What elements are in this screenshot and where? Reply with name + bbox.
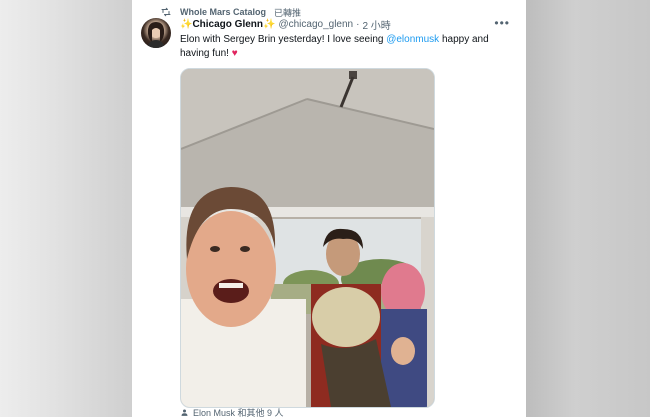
- tweet-card[interactable]: Whole Mars Catalog 已轉推 ✨ Chicago Glenn ✨…: [132, 0, 526, 417]
- tweet-text-part: Elon with Sergey Brin yesterday! I love …: [180, 34, 387, 45]
- tweet-video[interactable]: [180, 68, 435, 408]
- retweeter-name[interactable]: Whole Mars Catalog: [180, 7, 266, 17]
- sparkle-icon: ✨: [263, 18, 276, 30]
- background-right: [526, 0, 650, 417]
- tagged-people-label[interactable]: Elon Musk 和其他 9 人: [193, 406, 284, 417]
- sparkle-icon: ✨: [180, 18, 193, 30]
- tweet-header: ✨ Chicago Glenn ✨ @chicago_glenn · 2 小時: [180, 17, 515, 32]
- avatar-image: [147, 22, 165, 48]
- separator-dot: ·: [356, 18, 360, 30]
- retweet-icon: [161, 7, 171, 17]
- author-handle[interactable]: @chicago_glenn: [278, 19, 353, 30]
- author-display-name[interactable]: Chicago Glenn: [192, 19, 263, 30]
- person-blond: [312, 287, 380, 347]
- tweet-text: Elon with Sergey Brin yesterday! I love …: [180, 33, 510, 61]
- more-icon[interactable]: •••: [494, 17, 510, 29]
- background-left: [0, 0, 132, 417]
- tagged-people[interactable]: Elon Musk 和其他 9 人: [180, 406, 284, 417]
- tweet-timestamp[interactable]: 2 小時: [362, 17, 390, 32]
- avatar[interactable]: [141, 18, 171, 48]
- video-frame: [181, 69, 434, 407]
- heart-emoji: ♥: [231, 48, 238, 59]
- mention-link[interactable]: @elonmusk: [386, 34, 439, 45]
- person-elon: [186, 211, 276, 327]
- person-tag-icon: [181, 409, 188, 416]
